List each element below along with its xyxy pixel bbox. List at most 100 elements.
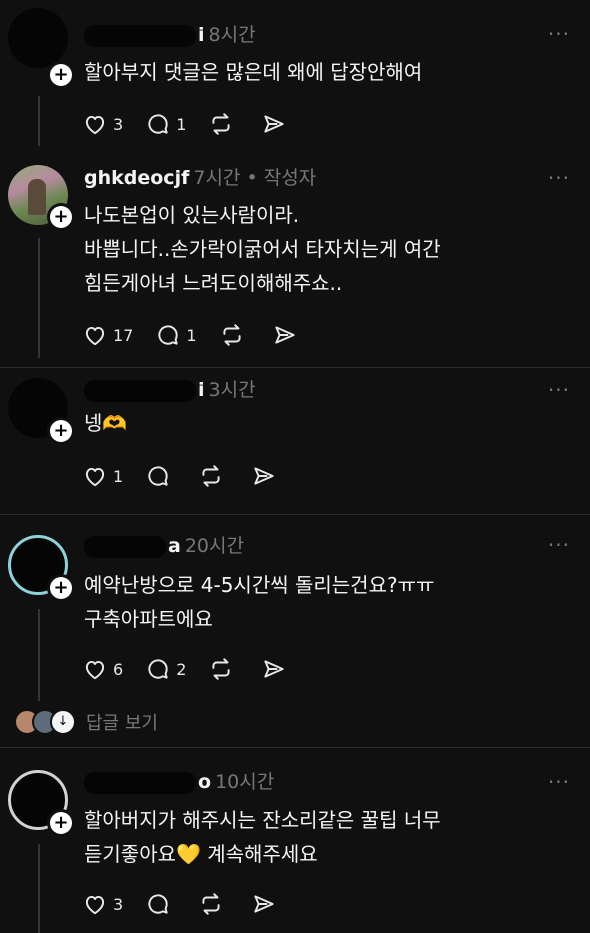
reply-count: 2 — [176, 659, 187, 679]
author-row: ghkdeocjf 7시간 • 작성자 — [84, 166, 316, 190]
comment-line: 할아버지가 해주시는 잔소리같은 꿀팁 너무 — [84, 808, 441, 832]
send-icon — [264, 660, 285, 678]
action-bar: 17 1 — [82, 322, 325, 348]
follow-plus-icon[interactable]: + — [50, 577, 72, 599]
comment-text: 예약난방으로 4-5시간씩 돌리는건요?ㅠㅠ 구축아파트에요 — [84, 568, 434, 636]
comment-icon — [148, 114, 168, 134]
comment-icon — [158, 325, 179, 345]
action-bar: 3 1 — [82, 111, 314, 137]
send-icon — [274, 326, 295, 344]
comment-icon — [148, 466, 168, 486]
action-bar: 3 — [82, 891, 304, 917]
reply-button[interactable]: 1 — [155, 322, 197, 348]
redaction-mark — [84, 535, 166, 558]
repost-button[interactable] — [219, 322, 250, 348]
repost-button[interactable] — [208, 111, 239, 137]
like-count: 3 — [113, 114, 124, 134]
thread-line — [38, 844, 40, 933]
thread-line — [38, 609, 40, 701]
author-row: i 8시간 — [84, 23, 256, 47]
view-replies-link[interactable]: ↓ 답글 보기 — [14, 708, 158, 736]
more-options-icon[interactable]: ··· — [548, 22, 570, 46]
follow-plus-icon[interactable]: + — [50, 420, 72, 442]
comment-icon — [148, 894, 168, 914]
reply-button[interactable]: 2 — [145, 656, 186, 682]
more-options-icon[interactable]: ··· — [548, 378, 570, 402]
like-count: 6 — [113, 659, 124, 679]
reply-button[interactable] — [145, 463, 176, 489]
repost-button[interactable] — [208, 656, 239, 682]
more-options-icon[interactable]: ··· — [548, 166, 570, 190]
share-button[interactable] — [261, 111, 292, 137]
heart-icon — [85, 895, 105, 915]
redaction-mark — [84, 379, 196, 402]
action-bar: 1 — [82, 463, 304, 489]
comment: + o 10시간 ··· 할아버지가 해주시는 잔소리같은 꿀팁 너무 듣기좋아요… — [0, 748, 590, 933]
heart-icon — [85, 326, 105, 346]
expand-down-icon: ↓ — [50, 709, 76, 735]
send-icon — [264, 115, 285, 133]
view-replies-label: 답글 보기 — [86, 713, 158, 734]
author-row: a 20시간 — [84, 534, 244, 558]
repost-icon — [212, 113, 230, 135]
timestamp: 10시간 — [215, 771, 275, 793]
like-button[interactable]: 17 — [82, 322, 133, 348]
redaction-mark — [84, 771, 196, 794]
comment-line: 구축아파트에요 — [84, 607, 213, 631]
comment-text: 할아부지 댓글은 많은데 왜에 답장안해여 — [84, 55, 422, 89]
username[interactable]: i — [198, 379, 205, 401]
username[interactable]: ghkdeocjf — [84, 167, 189, 189]
username[interactable]: o — [198, 771, 211, 793]
comment-line: 넹🫶 — [84, 411, 128, 435]
send-icon — [254, 467, 274, 485]
repost-icon — [202, 893, 220, 915]
repost-icon — [202, 465, 220, 487]
more-options-icon[interactable]: ··· — [548, 533, 570, 557]
heart-icon — [85, 660, 105, 680]
share-button[interactable] — [261, 656, 292, 682]
like-button[interactable]: 6 — [82, 656, 123, 682]
follow-plus-icon[interactable]: + — [50, 206, 72, 228]
timestamp: 3시간 — [208, 379, 256, 401]
like-button[interactable]: 3 — [82, 111, 123, 137]
redaction-mark — [84, 24, 196, 47]
comment-text: 넹🫶 — [84, 406, 127, 440]
repost-button[interactable] — [198, 463, 229, 489]
timestamp: 7시간 — [193, 167, 241, 189]
follow-plus-icon[interactable]: + — [50, 812, 72, 834]
follow-plus-icon[interactable]: + — [50, 64, 72, 86]
share-button[interactable] — [251, 463, 282, 489]
send-icon — [254, 895, 274, 913]
author-row: o 10시간 — [84, 770, 274, 794]
comment-line: 듣기좋아요💛 계속해주세요 — [84, 842, 318, 866]
share-button[interactable] — [251, 891, 282, 917]
action-bar: 6 2 — [82, 656, 314, 682]
more-options-icon[interactable]: ··· — [548, 770, 570, 794]
like-count: 3 — [113, 894, 124, 914]
comment-line: 할아부지 댓글은 많은데 왜에 답장안해여 — [84, 60, 423, 84]
comment: + i 8시간 ··· 할아부지 댓글은 많은데 왜에 답장안해여 3 1 — [0, 0, 590, 150]
author-row: i 3시간 — [84, 378, 256, 402]
comment: + ghkdeocjf 7시간 • 작성자 ··· 나도본업이 있는사람이라. 바… — [0, 150, 590, 364]
avatar[interactable] — [8, 8, 68, 68]
heart-icon — [85, 115, 105, 135]
thread-line — [38, 238, 40, 358]
comment-text: 할아버지가 해주시는 잔소리같은 꿀팁 너무 듣기좋아요💛 계속해주세요 — [84, 803, 441, 871]
thread-line — [38, 96, 40, 146]
repost-button[interactable] — [198, 891, 229, 917]
comment-line: 예약난방으로 4-5시간씩 돌리는건요?ㅠㅠ — [84, 573, 435, 597]
reply-count: 1 — [176, 114, 187, 134]
repost-icon — [212, 658, 230, 680]
like-button[interactable]: 3 — [82, 891, 123, 917]
share-button[interactable] — [272, 322, 303, 348]
comment-line: 나도본업이 있는사람이라. — [84, 203, 300, 227]
reply-button[interactable] — [145, 891, 176, 917]
like-count: 17 — [113, 325, 134, 345]
username[interactable]: a — [168, 535, 181, 557]
timestamp: 20시간 — [184, 535, 244, 557]
reply-button[interactable]: 1 — [145, 111, 186, 137]
author-badge: • 작성자 — [246, 167, 317, 189]
like-count: 1 — [113, 466, 124, 486]
username[interactable]: i — [198, 24, 205, 46]
like-button[interactable]: 1 — [82, 463, 123, 489]
